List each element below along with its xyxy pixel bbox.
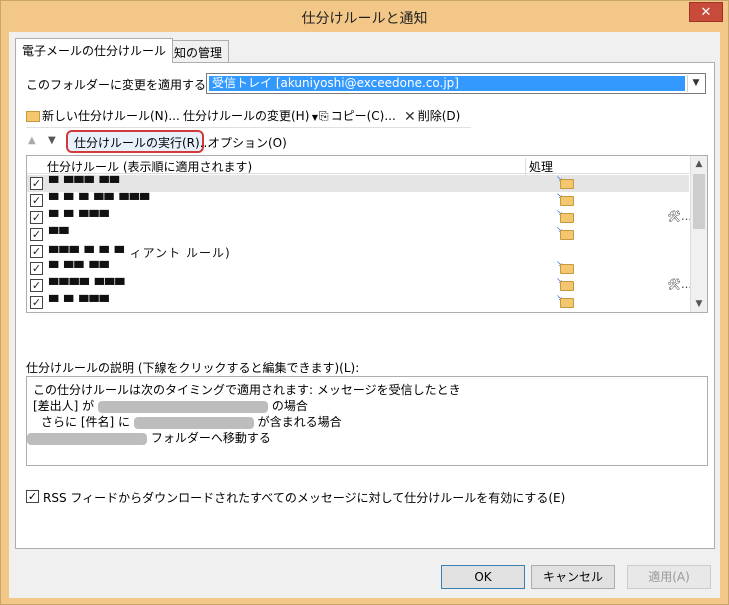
rule-name: ▀ ▀▀▀ ▀▀ — [49, 176, 120, 190]
rules-list: 仕分けルール (表示順に適用されます) 処理 ✓▀ ▀▀▀ ▀▀↘✓▀ ▀ ▀ … — [26, 155, 708, 313]
delete-label: 削除(D) — [417, 109, 461, 123]
rule-name: ▀ ▀ ▀▀▀ — [49, 295, 110, 309]
description-line-1: この仕分けルールは次のタイミングで適用されます: メッセージを受信したとき — [33, 383, 461, 397]
copy-button[interactable]: ⎘ コピー(C)... — [319, 107, 396, 124]
redacted-folder — [27, 432, 147, 445]
ok-button[interactable]: OK — [441, 565, 525, 589]
change-rule-label: 仕分けルールの変更(H) — [183, 109, 310, 123]
redacted-sender — [98, 400, 269, 413]
move-down-icon[interactable]: ▼ — [48, 135, 56, 146]
tools-icon: 🛠… — [667, 210, 692, 223]
rule-checkbox[interactable]: ✓ — [30, 245, 43, 258]
apply-button[interactable]: 適用(A) — [627, 565, 711, 589]
folder-select-value: 受信トレイ [akuniyoshi@exceedone.co.jp] — [209, 76, 685, 91]
list-scrollbar[interactable]: ▲ ▼ — [690, 156, 707, 312]
scroll-down-icon[interactable]: ▼ — [691, 296, 707, 312]
rule-checkbox[interactable]: ✓ — [30, 194, 43, 207]
title-bar[interactable]: 仕分けルールと通知 ✕ — [1, 1, 728, 31]
rule-description-box: この仕分けルールは次のタイミングで適用されます: メッセージを受信したとき [差… — [26, 376, 708, 466]
run-rules-button[interactable]: 仕分けルールの実行(R)... — [66, 130, 211, 153]
dropdown-arrow-icon: ▼ — [309, 113, 319, 122]
new-rule-button[interactable]: 新しい仕分けルール(N)... — [26, 107, 180, 124]
column-rule-name[interactable]: 仕分けルール (表示順に適用されます) — [47, 158, 252, 175]
dialog-client: 電子メールの仕分けルール 通知の管理 このフォルダーに変更を適用する(F): 受… — [9, 32, 720, 598]
folder-label: このフォルダーに変更を適用する(F): — [26, 78, 227, 92]
subject-condition: さらに [件名] に — [41, 415, 130, 429]
move-action: フォルダーへ移動する — [150, 431, 271, 445]
options-button[interactable]: オプション(O) — [208, 134, 287, 151]
table-row[interactable]: ✓▀ ▀ ▀▀▀↘🛠… — [27, 208, 692, 226]
table-row[interactable]: ✓▀▀↘ — [27, 225, 689, 243]
rules-dialog: 仕分けルールと通知 ✕ 電子メールの仕分けルール 通知の管理 このフォルダーに変… — [0, 0, 729, 605]
sender-condition: [差出人] が — [33, 399, 95, 413]
rule-checkbox[interactable]: ✓ — [30, 177, 43, 190]
column-action[interactable]: 処理 — [525, 158, 553, 175]
description-line-4: フォルダーへ移動する — [27, 429, 271, 446]
run-rules-label: 仕分けルールの実行(R)... — [74, 136, 212, 150]
chevron-down-icon[interactable]: ▼ — [687, 75, 704, 92]
table-row[interactable]: ✓▀▀▀▀ ▀▀▀↘🛠… — [27, 276, 692, 294]
tab-email-rules[interactable]: 電子メールの仕分けルール — [15, 38, 174, 63]
description-line-3: さらに [件名] に が含まれる場合 — [41, 413, 342, 430]
scroll-up-icon[interactable]: ▲ — [691, 156, 707, 172]
new-rule-icon — [26, 111, 40, 122]
toolbar-divider — [26, 127, 471, 128]
new-rule-label: 新しい仕分けルール(N)... — [42, 109, 180, 123]
table-row[interactable]: ✓▀ ▀ ▀ ▀▀ ▀▀▀↘ — [27, 191, 689, 209]
folder-icon — [560, 298, 574, 308]
email-rules-panel: このフォルダーに変更を適用する(F): 受信トレイ [akuniyoshi@ex… — [15, 62, 715, 549]
copy-label: コピー(C)... — [330, 109, 396, 123]
delete-icon: ✕ — [404, 108, 416, 125]
rule-checkbox[interactable]: ✓ — [30, 279, 43, 292]
window-title: 仕分けルールと通知 — [301, 11, 428, 27]
folder-icon — [560, 196, 574, 206]
rule-checkbox[interactable]: ✓ — [30, 211, 43, 224]
close-icon: ✕ — [700, 5, 712, 20]
rss-checkbox[interactable]: ✓ — [26, 490, 39, 503]
folder-icon — [560, 179, 574, 189]
table-row[interactable]: ✓▀ ▀▀▀ ▀▀↘ — [27, 174, 689, 192]
folder-icon — [560, 230, 574, 240]
folder-icon — [560, 264, 574, 274]
folder-select[interactable]: 受信トレイ [akuniyoshi@exceedone.co.jp] ▼ — [206, 73, 706, 94]
subject-condition-end: が含まれる場合 — [257, 415, 342, 429]
table-row[interactable]: ✓▀ ▀ ▀▀▀↘ — [27, 293, 689, 311]
rule-checkbox[interactable]: ✓ — [30, 296, 43, 309]
close-button[interactable]: ✕ — [689, 2, 723, 22]
list-header: 仕分けルール (表示順に適用されます) 処理 — [27, 156, 689, 175]
description-label: 仕分けルールの説明 (下線をクリックすると編集できます)(L): — [26, 361, 360, 375]
rss-label: RSS フィードからダウンロードされたすべてのメッセージに対して仕分けルールを有… — [43, 491, 566, 505]
cancel-button[interactable]: キャンセル — [531, 565, 615, 589]
delete-button[interactable]: ✕ 削除(D) — [404, 107, 460, 125]
copy-icon: ⎘ — [319, 109, 329, 123]
rule-name: ▀▀ — [49, 227, 70, 241]
folder-icon — [560, 281, 574, 291]
tools-icon: 🛠… — [667, 278, 692, 291]
scroll-thumb[interactable] — [693, 174, 705, 229]
rule-name: ▀▀▀▀ ▀▀▀ — [49, 278, 126, 292]
rule-name: ▀ ▀▀ ▀▀ — [49, 261, 110, 275]
rule-name: ▀ ▀ ▀▀▀ — [49, 210, 110, 224]
sender-condition-end: の場合 — [271, 399, 308, 413]
table-row[interactable]: ✓ ▀▀▀ ▀ ▀ ▀ ィアント ルール) — [27, 243, 689, 260]
rule-name: ▀▀▀ ▀ ▀ ▀ ィアント ルール) — [49, 246, 231, 260]
move-up-icon[interactable]: ▲ — [28, 135, 36, 146]
redacted-subject — [133, 416, 254, 429]
rule-name: ▀ ▀ ▀ ▀▀ ▀▀▀ — [49, 193, 151, 207]
rule-checkbox[interactable]: ✓ — [30, 262, 43, 275]
table-row[interactable]: ✓▀ ▀▀ ▀▀↘ — [27, 259, 689, 277]
rule-checkbox[interactable]: ✓ — [30, 228, 43, 241]
change-rule-button[interactable]: 仕分けルールの変更(H) ▼ — [183, 107, 318, 124]
folder-icon — [560, 213, 574, 223]
description-line-2: [差出人] が の場合 — [33, 397, 308, 414]
